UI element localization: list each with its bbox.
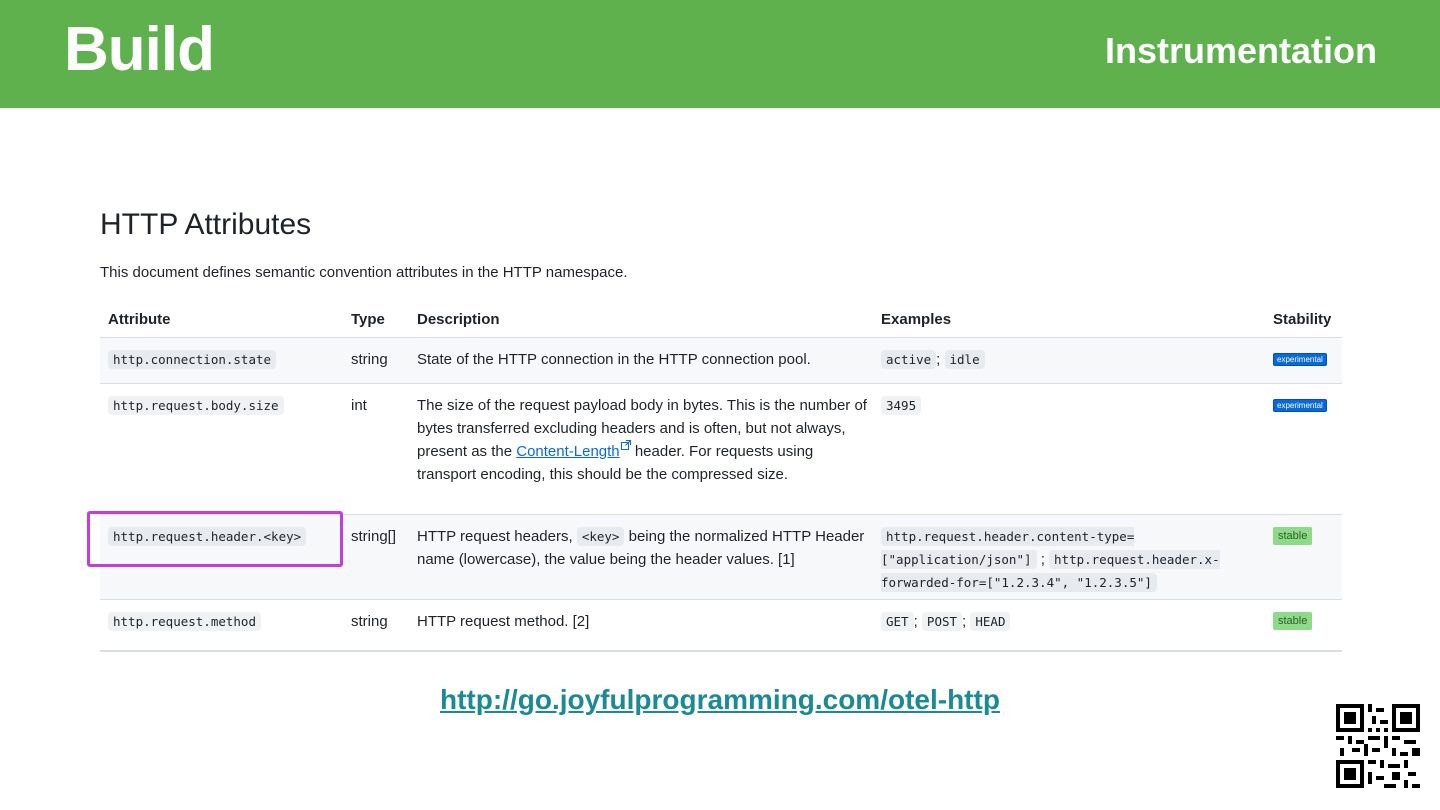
page-title: HTTP Attributes (100, 208, 312, 241)
examples-cell: http.request.header.content-type=["appli… (881, 525, 1241, 594)
attribute-cell: http.connection.state (108, 348, 277, 371)
column-header-attribute: Attribute (108, 311, 171, 328)
external-link-icon (620, 440, 631, 450)
table-row: http.connection.state string State of th… (100, 337, 1342, 383)
description-cell: State of the HTTP connection in the HTTP… (417, 351, 811, 368)
attribute-name: http.request.method (108, 612, 261, 631)
example-value: active (881, 350, 937, 369)
example-value: 3495 (881, 396, 922, 415)
description-code: <key> (576, 527, 625, 546)
description-cell: HTTP request method. [2] (417, 613, 590, 630)
header-banner: Build Instrumentation (0, 0, 1440, 108)
examples-cell: 3495 (881, 394, 1241, 417)
example-separator: ; (962, 613, 967, 630)
qr-code-icon[interactable] (1336, 704, 1420, 788)
stability-badge: stable (1273, 612, 1313, 630)
attribute-name: http.connection.state (108, 350, 277, 369)
stability-cell: experimental (1273, 346, 1327, 369)
example-value: GET (881, 612, 914, 631)
examples-cell: active; idle (881, 348, 1241, 371)
attribute-name: http.request.body.size (108, 396, 284, 415)
attributes-table: Attribute Type Description Examples Stab… (100, 305, 1342, 650)
example-separator: ; (936, 351, 941, 368)
stability-cell: stable (1273, 608, 1313, 631)
section-label: Instrumentation (1104, 30, 1377, 71)
highlight-box (87, 511, 343, 567)
example-separator: ; (1040, 551, 1045, 568)
type-cell: int (351, 397, 367, 414)
table-row: http.request.method string HTTP request … (100, 599, 1342, 650)
type-cell: string (351, 613, 388, 630)
reference-link[interactable]: http://go.joyfulprogramming.com/otel-htt… (440, 684, 1000, 716)
stability-badge: experimental (1273, 399, 1327, 412)
column-header-stability: Stability (1273, 311, 1332, 328)
table-header-row: Attribute Type Description Examples Stab… (100, 305, 1342, 337)
content-length-link[interactable]: Content-Length (516, 443, 619, 460)
description-cell: The size of the request payload body in … (417, 394, 867, 486)
description-text: HTTP request headers, (417, 528, 573, 545)
attribute-cell: http.request.body.size (108, 394, 284, 417)
column-header-description: Description (417, 311, 500, 328)
stability-cell: stable (1273, 523, 1313, 546)
slide-title: Build (64, 15, 215, 84)
stability-cell: experimental (1273, 392, 1327, 415)
example-value: idle (944, 350, 985, 369)
column-header-type: Type (351, 311, 385, 328)
example-value: POST (921, 612, 963, 631)
attribute-cell: http.request.method (108, 610, 261, 633)
type-cell: string[] (351, 528, 397, 545)
stability-badge: stable (1273, 527, 1313, 545)
stability-badge: experimental (1273, 353, 1327, 366)
examples-cell: GET; POST; HEAD (881, 610, 1241, 633)
example-separator: ; (913, 613, 918, 630)
type-cell: string (351, 351, 388, 368)
page-intro: This document defines semantic conventio… (100, 264, 628, 281)
table-row: http.request.body.size int The size of t… (100, 383, 1342, 514)
example-value: HEAD (970, 612, 1011, 631)
table-bottom-border (100, 650, 1342, 652)
description-cell: HTTP request headers, <key> being the no… (417, 525, 867, 571)
column-header-examples: Examples (881, 311, 952, 328)
